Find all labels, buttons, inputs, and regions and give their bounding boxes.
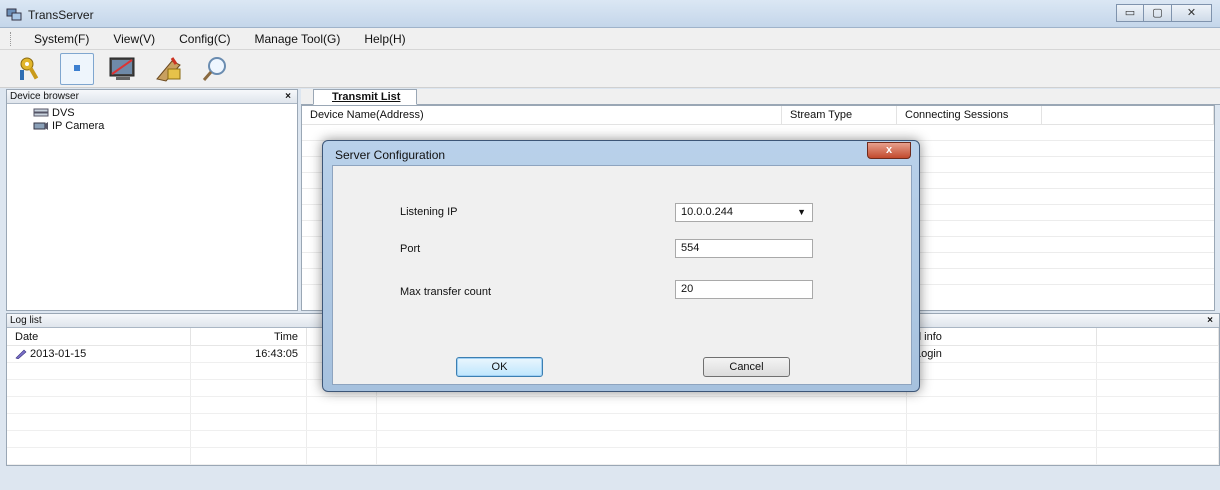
ok-button[interactable]: OK: [456, 357, 543, 377]
column-info[interactable]: d info: [907, 328, 1097, 345]
device-browser-close-button[interactable]: ×: [285, 90, 291, 103]
log-date: 2013-01-15: [30, 347, 87, 360]
max-transfer-count-label: Max transfer count: [400, 286, 492, 298]
title-bar: TransServer ▭ ▢ ✕: [0, 0, 1220, 28]
config-tool-button[interactable]: [152, 53, 186, 85]
menu-view[interactable]: View(V): [101, 32, 167, 46]
column-blank-3: [1097, 328, 1219, 345]
server-configuration-dialog: Server Configuration x Listening IP 10.0…: [322, 140, 920, 490]
device-browser-title: Device browser: [10, 91, 79, 102]
column-date[interactable]: Date: [7, 328, 191, 345]
port-input[interactable]: 554: [675, 239, 813, 258]
key-tool-button[interactable]: [14, 53, 48, 85]
column-extra: [1042, 106, 1214, 124]
window-controls: ▭ ▢ ✕: [1116, 4, 1212, 22]
log-list-title: Log list: [10, 315, 42, 326]
menu-manage-tool[interactable]: Manage Tool(G): [243, 32, 353, 46]
listening-ip-select[interactable]: 10.0.0.244 ▼: [675, 203, 813, 222]
column-device-name[interactable]: Device Name(Address): [302, 106, 782, 124]
tree-item-label: DVS: [52, 106, 75, 119]
port-label: Port: [400, 243, 421, 255]
tree-item-dvs[interactable]: DVS: [7, 106, 297, 119]
transmit-tabstrip: Transmit List: [301, 89, 1220, 105]
menu-system[interactable]: System(F): [22, 32, 101, 46]
device-browser-header: Device browser ×: [7, 90, 297, 104]
menu-bar: System(F) View(V) Config(C) Manage Tool(…: [0, 28, 1220, 50]
listening-ip-label: Listening IP: [400, 206, 458, 218]
tab-transmit-list[interactable]: Transmit List: [313, 89, 418, 105]
monitor-tool-button[interactable]: [106, 53, 140, 85]
menu-config[interactable]: Config(C): [167, 32, 242, 46]
pencil-icon: [15, 349, 27, 359]
column-connecting-sessions[interactable]: Connecting Sessions: [897, 106, 1042, 124]
device-icon: [74, 64, 80, 71]
device-tree: DVS IP Camera: [7, 104, 297, 132]
tree-item-ip-camera[interactable]: IP Camera: [7, 119, 297, 132]
dvs-icon: [33, 108, 49, 116]
monitor-icon: [109, 57, 135, 80]
log-time: 16:43:05: [191, 346, 307, 362]
menu-grip: [10, 31, 12, 46]
listening-ip-value: 10.0.0.244: [681, 206, 733, 218]
log-cell-blank: [1097, 346, 1219, 362]
dialog-close-button[interactable]: x: [867, 142, 911, 159]
search-icon: [202, 56, 226, 81]
device-browser-panel: Device browser × DVS IP Camera: [6, 89, 298, 311]
log-list-close-button[interactable]: ×: [1207, 314, 1213, 327]
window-title: TransServer: [28, 8, 94, 22]
close-window-button[interactable]: ✕: [1172, 4, 1212, 22]
table-row: [302, 125, 1214, 141]
toolbar: [0, 50, 1220, 88]
menu-help[interactable]: Help(H): [352, 32, 417, 46]
column-stream-type[interactable]: Stream Type: [782, 106, 897, 124]
maximize-button[interactable]: ▢: [1144, 4, 1172, 22]
chevron-down-icon: ▼: [797, 207, 806, 217]
config-icon: [156, 56, 181, 82]
transmit-list-header: Device Name(Address) Stream Type Connect…: [302, 106, 1214, 125]
cancel-button[interactable]: Cancel: [703, 357, 790, 377]
key-icon: [20, 57, 39, 80]
minimize-button[interactable]: ▭: [1116, 4, 1144, 22]
tree-item-label: IP Camera: [52, 119, 105, 132]
search-tool-button[interactable]: [198, 53, 232, 85]
max-transfer-count-input[interactable]: 20: [675, 280, 813, 299]
dialog-frame: Server Configuration x Listening IP 10.0…: [322, 140, 920, 392]
log-info: Login: [907, 346, 1097, 362]
column-time[interactable]: Time: [191, 328, 307, 345]
app-icon: [6, 8, 22, 21]
dialog-title: Server Configuration: [335, 148, 446, 162]
ip-camera-icon: [33, 121, 48, 130]
device-tool-button[interactable]: [60, 52, 94, 85]
dialog-body: Listening IP 10.0.0.244 ▼ Port 554 Max t…: [332, 165, 912, 385]
log-date-cell: 2013-01-15: [7, 346, 191, 362]
